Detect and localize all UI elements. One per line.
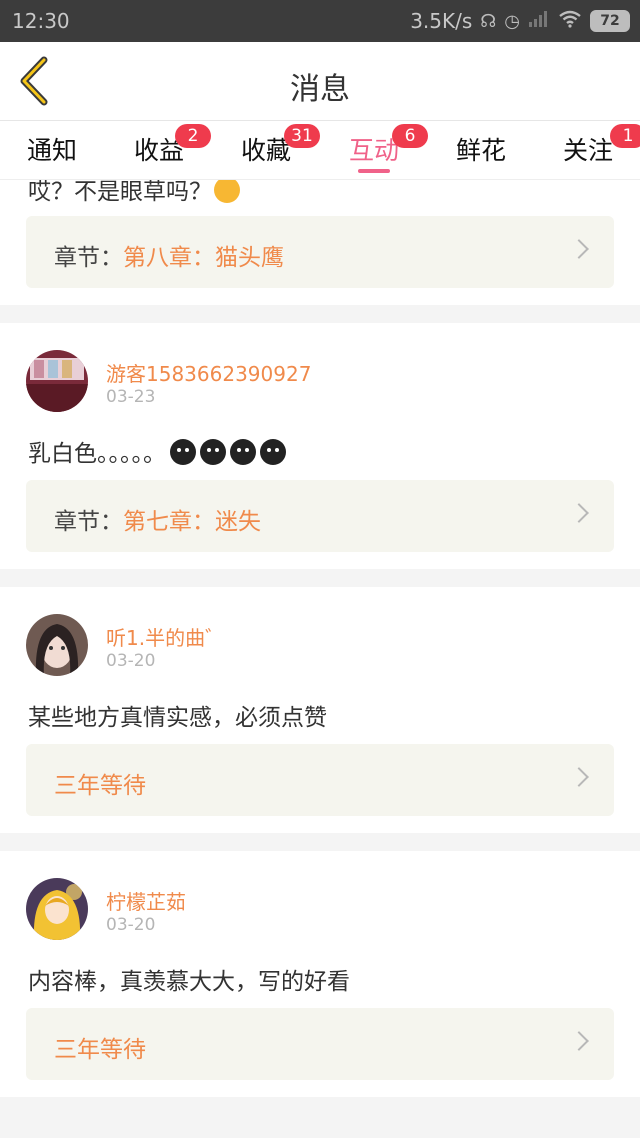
- face-emoji-icon: [230, 439, 256, 465]
- page-title: 消息: [290, 72, 350, 107]
- face-emoji-icon: [260, 439, 286, 465]
- headphones-icon: ☊: [480, 10, 497, 32]
- username[interactable]: 游客1583662390927: [106, 358, 311, 387]
- username[interactable]: 听1.半的曲゛: [106, 622, 225, 651]
- message-card: 听1.半的曲゛ 03-20 某些地方真情实感，必须点赞 三年等待: [0, 587, 640, 833]
- tab-label: 收藏: [240, 136, 291, 165]
- comment-text: 某些地方真情实感，必须点赞: [28, 705, 327, 731]
- timestamp: 03-20: [106, 651, 156, 671]
- tab-notifications[interactable]: 通知: [12, 131, 92, 167]
- timestamp: 03-20: [106, 915, 156, 935]
- unread-badge: 6: [392, 124, 428, 148]
- chapter-link[interactable]: 章节：第八章：猫头鹰: [26, 216, 614, 288]
- chapter-link[interactable]: 三年等待: [26, 1008, 614, 1080]
- tab-label: 互动: [348, 136, 399, 165]
- chevron-right-icon: [569, 503, 589, 523]
- tab-favorites[interactable]: 收藏 31: [226, 124, 320, 167]
- chapter-name: 第七章：迷失: [123, 509, 261, 535]
- nav-header: 消息: [0, 42, 640, 121]
- unread-badge: 1: [610, 124, 640, 148]
- chapter-link[interactable]: 章节：第七章：迷失: [26, 480, 614, 552]
- face-emoji-icon: [170, 439, 196, 465]
- avatar[interactable]: [26, 878, 88, 940]
- message-card: 哎？不是眼草吗？ 章节：第八章：猫头鹰: [0, 180, 640, 305]
- tab-label: 关注: [562, 136, 613, 165]
- tab-follow[interactable]: 关注 1: [548, 124, 640, 167]
- chapter-name: 三年等待: [54, 1037, 146, 1063]
- chapter-info: 章节：第七章：迷失: [54, 509, 261, 535]
- chapter-name: 第八章：猫头鹰: [123, 245, 284, 271]
- unread-badge: 2: [175, 124, 211, 148]
- tab-label: 鲜花: [455, 136, 506, 165]
- avatar[interactable]: [26, 350, 88, 412]
- wifi-icon: [558, 10, 582, 33]
- unread-badge: 31: [284, 124, 320, 148]
- comment-text: 乳白色。。。。。: [28, 434, 286, 468]
- comment-text: 哎？不是眼草吗？: [28, 180, 240, 206]
- status-bar: 12:30 3.5K/s ☊ ◷ 72: [0, 0, 640, 42]
- username[interactable]: 柠檬芷茹: [106, 886, 186, 915]
- avatar[interactable]: [26, 614, 88, 676]
- tab-label: 通知: [26, 136, 77, 165]
- face-emoji-icon: [200, 439, 226, 465]
- active-tab-indicator: [358, 169, 390, 173]
- chevron-right-icon: [569, 767, 589, 787]
- chapter-name: 三年等待: [54, 773, 146, 799]
- status-right: 3.5K/s ☊ ◷ 72: [410, 9, 630, 33]
- chevron-right-icon: [569, 239, 589, 259]
- chevron-right-icon: [569, 1031, 589, 1051]
- tab-flowers[interactable]: 鲜花: [441, 131, 521, 167]
- chapter-link[interactable]: 三年等待: [26, 744, 614, 816]
- network-speed: 3.5K/s: [410, 9, 473, 33]
- tab-earnings[interactable]: 收益 2: [119, 124, 211, 167]
- smile-emoji-icon: [214, 180, 240, 203]
- battery-icon: 72: [590, 10, 630, 32]
- message-list[interactable]: 哎？不是眼草吗？ 章节：第八章：猫头鹰 游客1583662390927 03-2…: [0, 180, 640, 1138]
- status-time: 12:30: [12, 9, 70, 33]
- message-card: 游客1583662390927 03-23 乳白色。。。。。 章节：第七章：迷失: [0, 323, 640, 569]
- tab-bar: 通知 收益 2 收藏 31 互动 6 鲜花 关注 1: [0, 121, 640, 180]
- signal-icon: [528, 10, 550, 33]
- chapter-info: 章节：第八章：猫头鹰: [54, 245, 284, 271]
- timestamp: 03-23: [106, 387, 156, 407]
- alarm-icon: ◷: [504, 10, 520, 32]
- comment-text: 内容棒，真羡慕大大，写的好看: [28, 969, 350, 995]
- tab-interaction[interactable]: 互动 6: [334, 124, 428, 173]
- message-card: 柠檬芷茹 03-20 内容棒，真羡慕大大，写的好看 三年等待: [0, 851, 640, 1097]
